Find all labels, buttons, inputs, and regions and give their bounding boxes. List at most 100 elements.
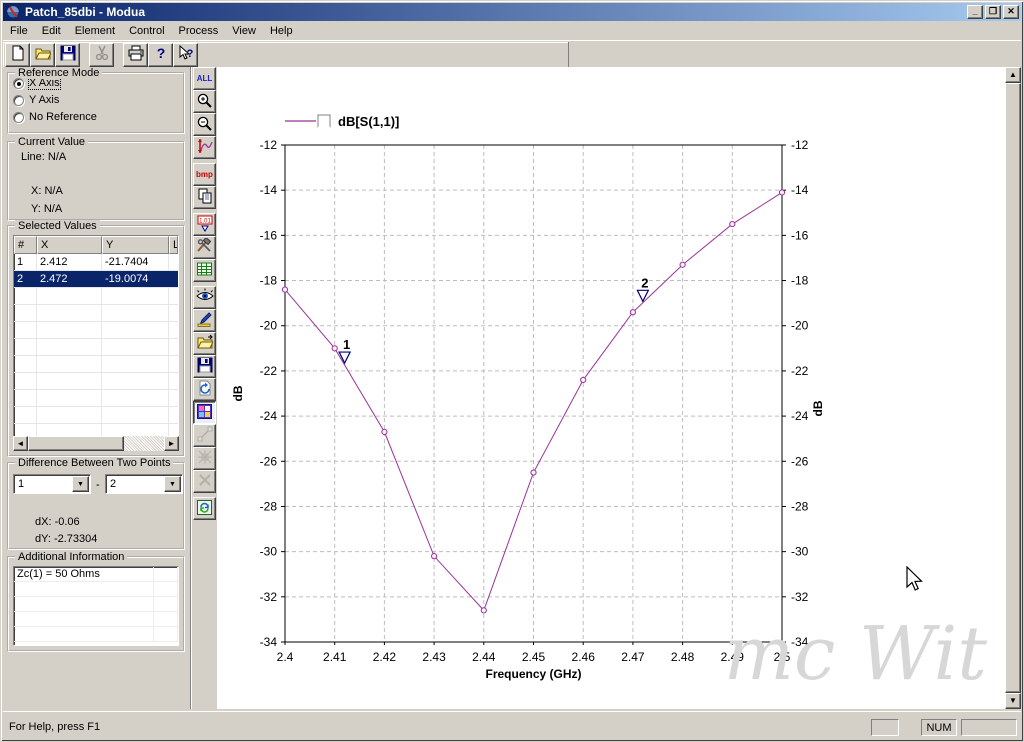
table-horizontal-scrollbar[interactable]: ◄ ► — [13, 436, 179, 451]
table-row[interactable]: 22.472-19.0074 — [14, 271, 178, 288]
open-file-button[interactable] — [193, 332, 216, 355]
current-y-value: Y: N/A — [31, 203, 183, 215]
eye-button[interactable] — [193, 286, 216, 309]
point-1-select[interactable]: 1 ▼ — [13, 474, 91, 494]
table-empty-row — [14, 390, 178, 407]
data-point-marker[interactable] — [332, 346, 337, 351]
status-pane — [961, 719, 1017, 736]
column-header[interactable]: La — [169, 236, 178, 254]
marker-value-button[interactable]: 1.01 — [193, 213, 216, 236]
y-tick-label-right: -26 — [791, 454, 809, 468]
legend-checkbox[interactable] — [318, 115, 330, 127]
chevron-down-icon[interactable]: ▼ — [164, 476, 181, 492]
save-file-button[interactable] — [193, 355, 216, 378]
scrollbar-thumb[interactable] — [1005, 83, 1021, 693]
menu-control[interactable]: Control — [122, 23, 171, 39]
table-view-button[interactable] — [193, 259, 216, 282]
chevron-down-icon[interactable]: ▼ — [72, 476, 89, 492]
draw-button[interactable] — [193, 309, 216, 332]
data-point-marker[interactable] — [630, 310, 635, 315]
radio-button-icon[interactable] — [13, 95, 24, 106]
minus-separator: - — [96, 479, 100, 491]
axis-scale-button[interactable] — [193, 136, 216, 159]
print-button[interactable] — [123, 43, 148, 67]
export-bmp-button[interactable]: bmp — [193, 163, 216, 186]
save-button[interactable] — [55, 43, 80, 67]
resize-button — [193, 424, 216, 447]
context-help-button[interactable]: ? — [173, 43, 198, 67]
close-button[interactable]: ✕ — [1003, 5, 1019, 19]
data-point-marker[interactable] — [581, 377, 586, 382]
data-point-marker[interactable] — [779, 190, 784, 195]
scroll-down-icon[interactable]: ▼ — [1005, 693, 1021, 709]
menu-help[interactable]: Help — [263, 23, 300, 39]
y-axis-label-left: dB — [231, 385, 245, 401]
data-point-marker[interactable] — [531, 470, 536, 475]
data-point-marker[interactable] — [730, 221, 735, 226]
column-header[interactable]: X — [37, 236, 102, 254]
zoom-out-button[interactable] — [193, 113, 216, 136]
copy-button[interactable] — [193, 186, 216, 209]
control-panel: Reference Mode X AxisY AxisNo Reference … — [3, 67, 191, 709]
vertical-scrollbar[interactable]: ▲ ▼ — [1005, 67, 1021, 709]
table-empty-row — [14, 288, 178, 305]
data-point-marker[interactable] — [432, 554, 437, 559]
additional-info-list[interactable]: Zc(1) = 50 Ohms — [13, 566, 179, 646]
statusbar: For Help, press F1 NUM — [3, 711, 1021, 739]
menu-edit[interactable]: Edit — [35, 23, 68, 39]
menu-process[interactable]: Process — [172, 23, 226, 39]
radio-button-icon[interactable] — [13, 112, 24, 123]
bitmap-view-button[interactable] — [193, 401, 216, 424]
info-empty-line — [14, 597, 178, 612]
radio-y-axis[interactable]: Y Axis — [13, 92, 183, 108]
scroll-up-icon[interactable]: ▲ — [1005, 67, 1021, 83]
axis-scale-icon — [196, 138, 213, 158]
annotation-triangle-icon[interactable] — [339, 352, 350, 363]
radio-button-icon[interactable] — [13, 78, 24, 89]
x-tick-label: 2.5 — [774, 650, 791, 664]
scroll-left-icon[interactable]: ◄ — [13, 436, 28, 451]
main-toolbar: ?? — [3, 42, 569, 68]
x-tick-label: 2.4 — [277, 650, 294, 664]
point-2-value: 2 — [106, 478, 164, 490]
data-point-marker[interactable] — [680, 262, 685, 267]
restore-button[interactable]: ❐ — [985, 5, 1001, 19]
data-point-marker[interactable] — [481, 608, 486, 613]
delete-button — [193, 470, 216, 493]
data-point-marker[interactable] — [382, 429, 387, 434]
open-folder-button[interactable] — [30, 43, 55, 67]
data-point-marker[interactable] — [282, 287, 287, 292]
scrollbar-thumb[interactable] — [28, 436, 124, 451]
menu-file[interactable]: File — [3, 23, 35, 39]
fit-all-button[interactable]: ALL — [193, 67, 216, 90]
sync-button[interactable] — [193, 497, 216, 520]
column-header[interactable]: # — [14, 236, 37, 254]
radio-no-reference[interactable]: No Reference — [13, 109, 183, 125]
refresh-page-button[interactable] — [193, 378, 216, 401]
plot-view[interactable]: -12-12-14-14-16-16-18-18-20-20-22-22-24-… — [217, 67, 1005, 709]
tools-button[interactable] — [193, 236, 216, 259]
selected-values-table[interactable]: #XYLa12.412-21.740422.472-19.0074 — [13, 235, 179, 447]
point-2-select[interactable]: 2 ▼ — [105, 474, 183, 494]
annotation-label: 1 — [343, 337, 350, 352]
difference-title: Difference Between Two Points — [15, 457, 173, 469]
info-empty-line — [14, 612, 178, 627]
minimize-button[interactable]: _ — [967, 5, 983, 19]
zoom-in-button[interactable] — [193, 90, 216, 113]
export-bmp-icon: bmp — [196, 170, 213, 179]
column-header[interactable]: Y — [102, 236, 169, 254]
help-button[interactable]: ? — [148, 43, 173, 67]
s-parameter-chart[interactable]: -12-12-14-14-16-16-18-18-20-20-22-22-24-… — [217, 67, 1005, 709]
side-toolbar: ALL bmp 1.01 — [192, 67, 217, 709]
menu-element[interactable]: Element — [68, 23, 122, 39]
marker-value-icon: 1.01 — [196, 214, 214, 235]
cut-button — [89, 43, 114, 67]
bitmap-view-icon — [196, 403, 213, 423]
table-row[interactable]: 12.412-21.7404 — [14, 254, 178, 271]
scroll-right-icon[interactable]: ► — [164, 436, 179, 451]
status-pane — [871, 719, 899, 736]
menu-view[interactable]: View — [225, 23, 263, 39]
new-document-button[interactable] — [5, 43, 30, 67]
y-tick-label-left: -20 — [260, 319, 278, 333]
y-tick-label-left: -12 — [260, 138, 278, 152]
